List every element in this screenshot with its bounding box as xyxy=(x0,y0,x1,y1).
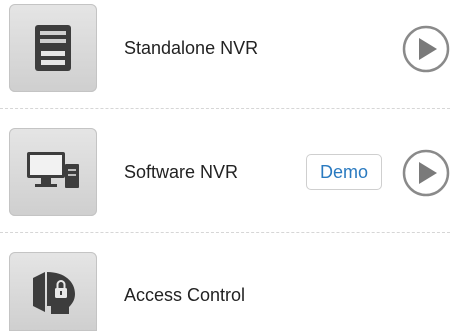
item-label: Access Control xyxy=(124,285,246,305)
play-icon xyxy=(402,25,450,73)
item-label: Software NVR xyxy=(124,162,239,182)
play-button[interactable] xyxy=(399,24,450,74)
divider xyxy=(0,108,450,109)
software-nvr-icon xyxy=(9,128,97,216)
list-item-software-nvr[interactable]: Software NVR Demo xyxy=(0,124,450,220)
play-icon xyxy=(402,149,450,197)
list-item-access-control[interactable]: Access Control xyxy=(0,248,450,331)
access-control-icon xyxy=(9,252,97,331)
product-list: Standalone NVR Software NVR Demo Access … xyxy=(0,0,450,331)
demo-button[interactable]: Demo xyxy=(306,154,382,190)
list-item-standalone-nvr[interactable]: Standalone NVR xyxy=(0,0,450,96)
standalone-nvr-icon xyxy=(9,4,97,92)
item-label: Standalone NVR xyxy=(124,38,259,58)
play-button[interactable] xyxy=(399,148,450,198)
divider xyxy=(0,232,450,233)
